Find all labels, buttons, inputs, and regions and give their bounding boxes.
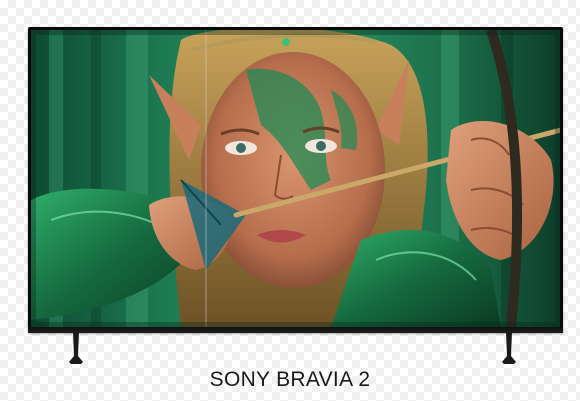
tv-bottom-bezel <box>28 327 563 333</box>
television <box>28 27 563 333</box>
tv-screen <box>31 30 560 327</box>
tv-stand-right <box>502 332 516 364</box>
tv-stand-left <box>69 332 83 364</box>
product-title: SONY BRAVIA 2 <box>209 368 371 391</box>
elf-archer-image <box>31 30 560 327</box>
